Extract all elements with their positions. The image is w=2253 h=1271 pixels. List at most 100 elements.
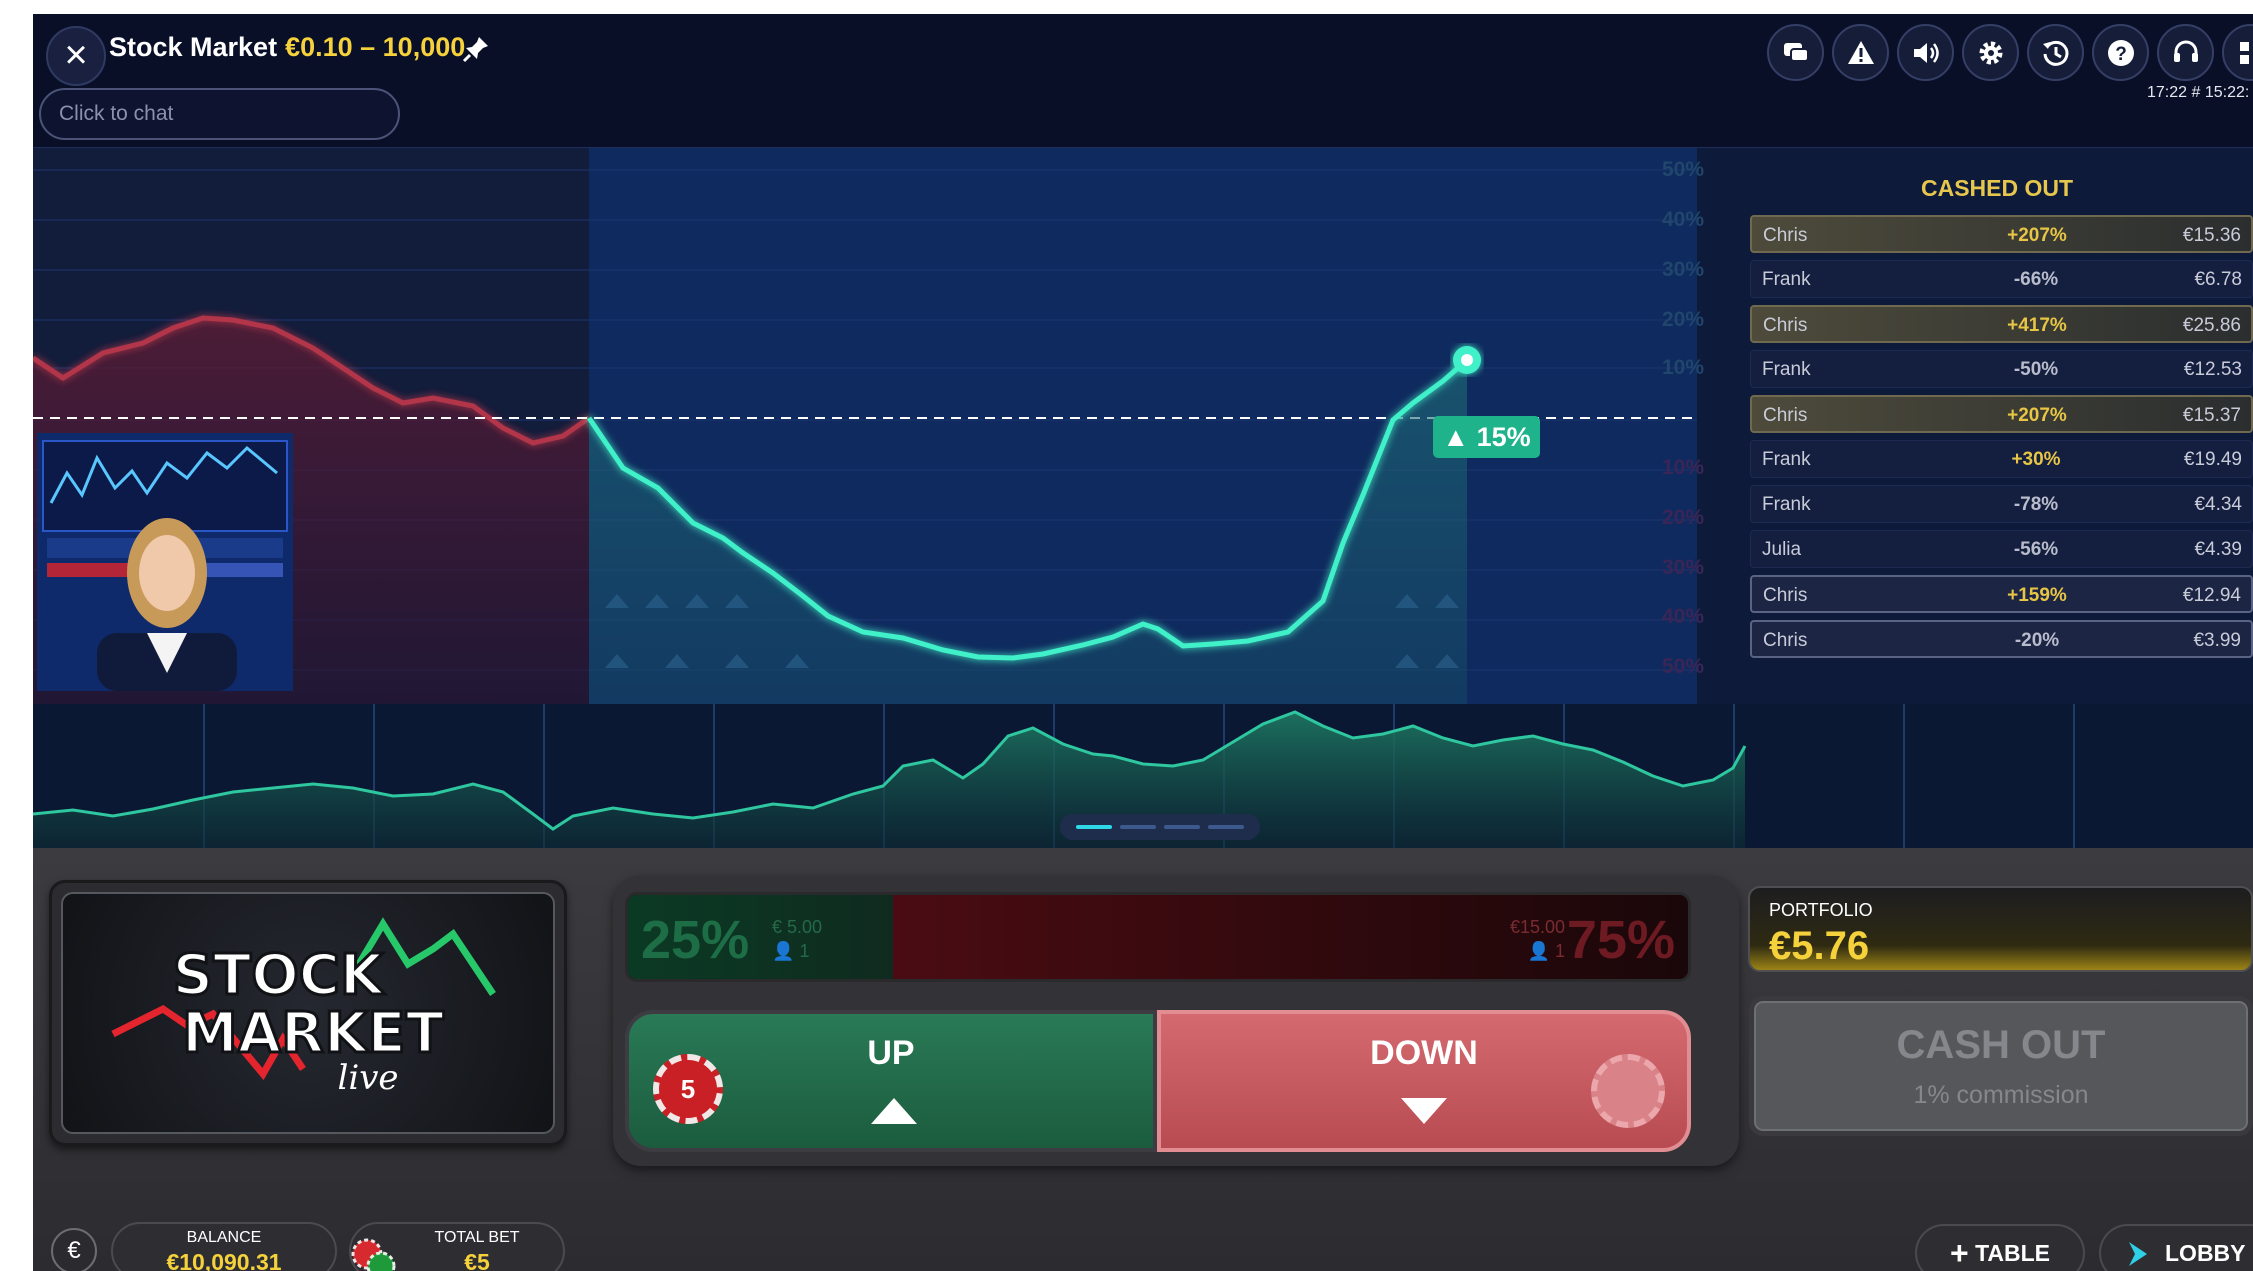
player-pct: +159% xyxy=(2007,585,2067,606)
player-name: Frank xyxy=(1762,359,1811,380)
betting-panel: STOCK MARKET live 25% € 5.00 👤 1 €15.00 … xyxy=(33,848,2253,1271)
down-players-row: 👤 1 xyxy=(1510,939,1565,963)
currency-button[interactable]: € xyxy=(51,1228,97,1271)
pin-icon[interactable] xyxy=(461,34,491,64)
up-amount: € 5.00 xyxy=(772,917,823,937)
pager-dot[interactable] xyxy=(1076,825,1112,829)
up-share-pct: 25% xyxy=(641,910,750,970)
chip-5[interactable]: 5 xyxy=(653,1054,723,1124)
player-pct: +207% xyxy=(2007,225,2067,246)
up-bet-button[interactable]: UP 5 xyxy=(625,1010,1157,1152)
price-chart: 50% 40% 30% 20% 10% 10% 20% 30% 40% 50% … xyxy=(33,147,2253,705)
cash-out-button[interactable]: CASH OUT 1% commission xyxy=(1749,996,2253,1136)
portfolio-box: PORTFOLIO €5.76 xyxy=(1748,886,2253,972)
clock: 17:22 # 15:22: xyxy=(2147,84,2250,101)
player-name: Frank xyxy=(1762,494,1811,515)
warning-icon[interactable] xyxy=(1832,24,1889,81)
game-title: Stock Market €0.10 – 10,000 xyxy=(109,32,465,63)
up-arrow-icon: ▲ xyxy=(1442,422,1470,452)
player-pct: -78% xyxy=(2013,494,2059,515)
cashed-out-row: Chris +207% €15.36 xyxy=(1750,215,2253,253)
add-table-button[interactable]: + TABLE xyxy=(1915,1224,2085,1271)
player-amount: €4.34 xyxy=(2194,494,2242,515)
up-meta: € 5.00 👤 1 xyxy=(772,915,822,963)
settings-icon[interactable] xyxy=(1962,24,2019,81)
balance-value: €10,090.31 xyxy=(166,1249,282,1271)
bet-limits: €0.10 – 10,000 xyxy=(285,32,466,62)
player-pct: -50% xyxy=(2013,359,2059,380)
total-bet-value: €5 xyxy=(464,1249,490,1271)
up-players: 1 xyxy=(799,941,810,961)
down-bet-button[interactable]: DOWN xyxy=(1157,1010,1691,1152)
player-pct: +417% xyxy=(2007,315,2067,336)
logo-line2: MARKET xyxy=(182,1001,444,1066)
headset-icon[interactable] xyxy=(2157,24,2214,81)
current-change-badge: ▲ 15% xyxy=(1433,416,1540,458)
player-amount: €15.37 xyxy=(2182,405,2241,426)
down-meta: €15.00 👤 1 xyxy=(1510,915,1565,963)
player-amount: €4.39 xyxy=(2194,539,2242,560)
cashed-out-row: Chris +207% €15.37 xyxy=(1750,395,2253,433)
cashed-out-title: CASHED OUT xyxy=(1920,175,2074,201)
lobby-label: LOBBY xyxy=(2165,1240,2246,1266)
portfolio-label: PORTFOLIO xyxy=(1769,900,1873,920)
triangle-down-icon xyxy=(1401,1098,1447,1124)
player-name: Chris xyxy=(1763,405,1808,426)
player-pct: -56% xyxy=(2013,539,2059,560)
up-players-row: 👤 1 xyxy=(772,939,822,963)
player-amount: €25.86 xyxy=(2182,315,2241,336)
plus-icon: + xyxy=(1949,1235,1969,1271)
player-pct: +30% xyxy=(2011,449,2061,470)
logo-line3: live xyxy=(337,1058,398,1098)
player-pct: +207% xyxy=(2007,405,2067,426)
bet-distribution-bar: 25% € 5.00 👤 1 €15.00 👤 1 75% xyxy=(625,892,1691,982)
portfolio-value: €5.76 xyxy=(1769,924,1870,968)
cashed-out-row: Chris -20% €3.99 xyxy=(1750,620,2253,658)
y-label-down-10: 10% xyxy=(1662,456,1705,479)
game-logo: STOCK MARKET live xyxy=(61,892,555,1134)
player-pct: -20% xyxy=(2014,630,2060,651)
chip-placeholder xyxy=(1591,1054,1665,1128)
table-label: TABLE xyxy=(1975,1240,2051,1266)
player-amount: €6.78 xyxy=(2194,269,2242,290)
y-label-up-30: 30% xyxy=(1662,258,1705,281)
history-pager[interactable] xyxy=(1060,814,1260,840)
pager-dot[interactable] xyxy=(1164,825,1200,829)
game-name: Stock Market xyxy=(109,32,278,62)
presenter-video[interactable] xyxy=(37,433,293,691)
down-share-pct: 75% xyxy=(1566,910,1675,970)
y-label-up-20: 20% xyxy=(1662,308,1705,331)
pager-dot[interactable] xyxy=(1120,825,1156,829)
player-name: Julia xyxy=(1762,539,1802,560)
chips-icon xyxy=(351,1238,396,1271)
sound-icon[interactable] xyxy=(1897,24,1954,81)
chat-input[interactable]: Click to chat xyxy=(39,88,400,140)
cashed-out-list: Chris +207% €15.36 Frank -66% €6.78 Chris +41… xyxy=(1750,215,2253,665)
y-label-up-40: 40% xyxy=(1662,208,1705,231)
y-label-up-10: 10% xyxy=(1662,356,1705,379)
total-bet-label: TOTAL BET xyxy=(434,1229,520,1246)
cashed-out-row: Chris +159% €12.94 xyxy=(1750,575,2253,613)
lobby-arrow-icon xyxy=(2129,1242,2147,1266)
pager-dot[interactable] xyxy=(1208,825,1244,829)
player-amount: €3.99 xyxy=(2193,630,2241,651)
cash-out-commission: 1% commission xyxy=(1913,1081,2089,1109)
svg-text:?: ? xyxy=(2115,44,2127,65)
cashed-out-row: Frank -78% €4.34 xyxy=(1750,485,2253,523)
lobby-button[interactable]: LOBBY xyxy=(2099,1224,2253,1271)
player-name: Chris xyxy=(1763,585,1808,606)
y-label-down-20: 20% xyxy=(1662,506,1705,529)
player-pct: -66% xyxy=(2013,269,2059,290)
player-name: Chris xyxy=(1763,630,1808,651)
cashed-out-row: Chris +417% €25.86 xyxy=(1750,305,2253,343)
bet-area: 25% € 5.00 👤 1 €15.00 👤 1 75% UP 5 DOWN xyxy=(613,876,1739,1166)
grid-icon[interactable] xyxy=(2222,24,2253,81)
triangle-up-icon xyxy=(871,1098,917,1124)
logo-line1: STOCK xyxy=(173,943,386,1008)
player-name: Frank xyxy=(1762,449,1811,470)
chat-icon[interactable] xyxy=(1767,24,1824,81)
y-label-down-40: 40% xyxy=(1662,605,1705,628)
close-button[interactable]: × xyxy=(46,26,106,86)
help-icon[interactable]: ? xyxy=(2092,24,2149,81)
history-icon[interactable] xyxy=(2027,24,2084,81)
